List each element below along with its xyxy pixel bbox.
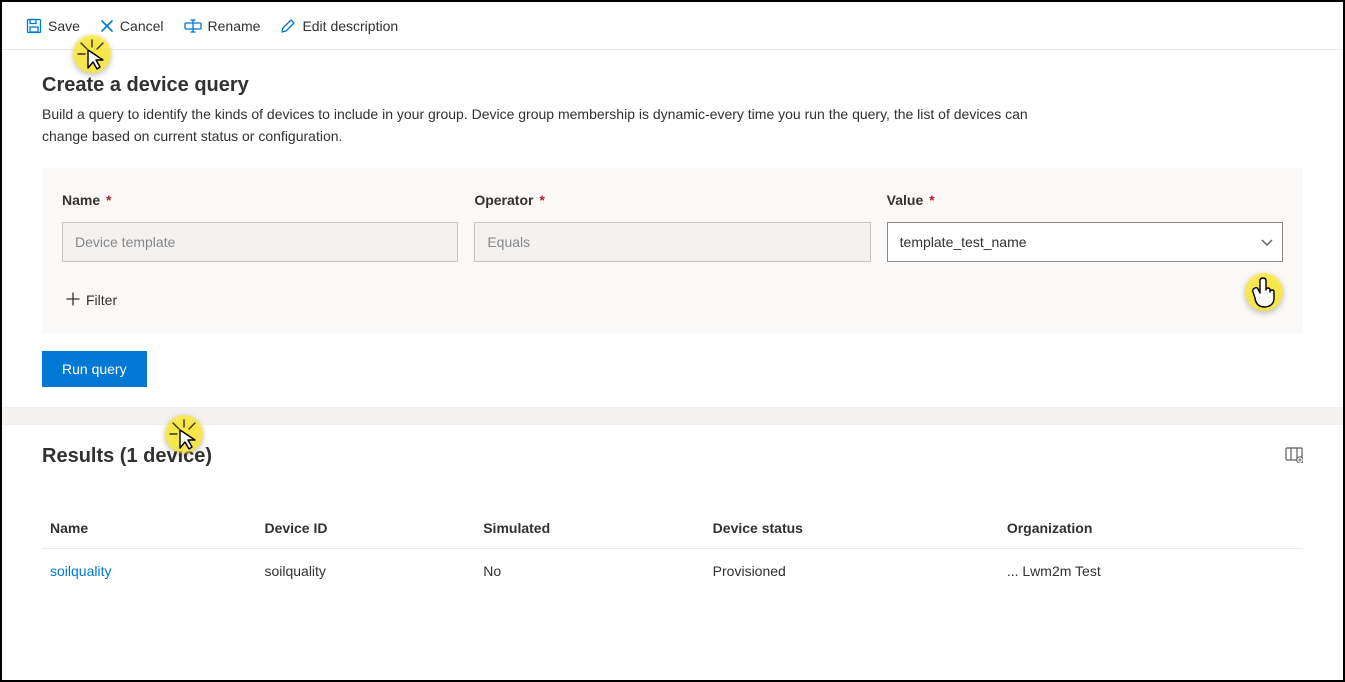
cancel-label: Cancel — [120, 18, 164, 34]
col-device-status[interactable]: Device status — [705, 508, 999, 549]
results-table: Name Device ID Simulated Device status O… — [42, 508, 1303, 593]
organization-cell: ... Lwm2m Test — [999, 548, 1303, 593]
col-simulated[interactable]: Simulated — [475, 508, 704, 549]
col-organization[interactable]: Organization — [999, 508, 1303, 549]
cancel-button[interactable]: Cancel — [96, 14, 168, 38]
save-button[interactable]: Save — [22, 14, 84, 38]
close-icon — [100, 19, 114, 33]
operator-input[interactable] — [474, 222, 870, 262]
command-toolbar: Save Cancel Rename Edit description — [2, 2, 1343, 50]
rename-icon — [184, 19, 202, 33]
page-description: Build a query to identify the kinds of d… — [42, 103, 1062, 148]
plus-icon — [66, 292, 80, 309]
save-icon — [26, 18, 42, 34]
device-name-link[interactable]: soilquality — [42, 548, 256, 593]
add-filter-label: Filter — [86, 292, 117, 308]
edit-description-button[interactable]: Edit description — [276, 14, 402, 38]
query-builder-panel: Name * Operator * Value * Fi — [42, 168, 1303, 333]
save-label: Save — [48, 18, 80, 34]
run-query-button[interactable]: Run query — [42, 351, 147, 387]
col-name[interactable]: Name — [42, 508, 256, 549]
col-device-id[interactable]: Device ID — [256, 508, 475, 549]
pencil-icon — [280, 18, 296, 34]
add-filter-button[interactable]: Filter — [62, 292, 117, 309]
results-title: Results (1 device) — [42, 445, 212, 468]
name-input[interactable] — [62, 222, 458, 262]
value-select[interactable] — [887, 222, 1283, 262]
column-options-icon[interactable] — [1285, 447, 1303, 466]
rename-label: Rename — [208, 18, 261, 34]
name-field-label: Name * — [62, 192, 458, 208]
page-title: Create a device query — [42, 74, 1303, 97]
device-id-cell: soilquality — [256, 548, 475, 593]
device-status-cell: Provisioned — [705, 548, 999, 593]
operator-field-label: Operator * — [474, 192, 870, 208]
section-separator — [2, 407, 1343, 425]
table-row[interactable]: soilquality soilquality No Provisioned .… — [42, 548, 1303, 593]
value-field-label: Value * — [887, 192, 1283, 208]
rename-button[interactable]: Rename — [180, 14, 265, 38]
simulated-cell: No — [475, 548, 704, 593]
edit-description-label: Edit description — [302, 18, 398, 34]
table-header-row: Name Device ID Simulated Device status O… — [42, 508, 1303, 549]
